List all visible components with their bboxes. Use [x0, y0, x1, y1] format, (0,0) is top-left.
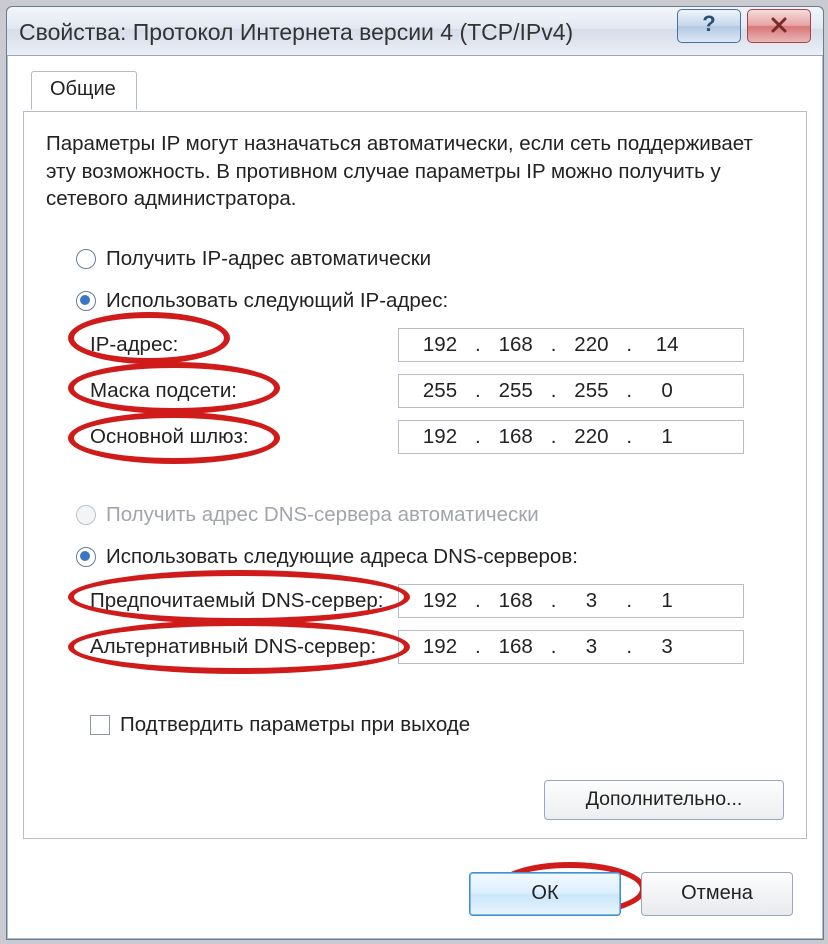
help-button[interactable]: ?	[677, 9, 741, 43]
pdns-seg-2[interactable]: 168	[481, 589, 551, 613]
advanced-button[interactable]: Дополнительно...	[544, 780, 784, 820]
dialog-footer: ОК Отмена	[7, 849, 823, 939]
mask-seg-1[interactable]: 255	[405, 379, 475, 403]
alt-dns-input[interactable]: 192. 168. 3. 3	[398, 630, 744, 664]
ok-button[interactable]: ОК	[469, 872, 621, 916]
ip-seg-3[interactable]: 220	[556, 333, 626, 357]
client-area: Общие Параметры IP могут назначаться авт…	[23, 75, 807, 839]
radio-dns-auto-label: Получить адрес DNS-сервера автоматически	[106, 503, 539, 527]
tab-panel: Параметры IP могут назначаться автоматич…	[23, 111, 807, 839]
description-text: Параметры IP могут назначаться автоматич…	[46, 130, 784, 213]
ip-seg-4[interactable]: 14	[632, 333, 702, 357]
pdns-seg-3[interactable]: 3	[556, 589, 626, 613]
close-button[interactable]	[747, 9, 811, 43]
radio-dns-manual-label: Использовать следующие адреса DNS-сервер…	[106, 545, 578, 569]
cancel-button[interactable]: Отмена	[641, 872, 793, 916]
pdns-seg-1[interactable]: 192	[405, 589, 475, 613]
properties-dialog: Свойства: Протокол Интернета версии 4 (T…	[6, 6, 824, 940]
radio-ip-manual[interactable]	[76, 291, 96, 311]
ip-seg-1[interactable]: 192	[405, 333, 475, 357]
window-title: Свойства: Протокол Интернета версии 4 (T…	[19, 19, 573, 46]
ip-address-label: IP-адрес:	[90, 333, 398, 357]
radio-ip-auto-label: Получить IP-адрес автоматически	[106, 247, 431, 271]
pref-dns-input[interactable]: 192. 168. 3. 1	[398, 584, 744, 618]
radio-dns-auto	[76, 505, 96, 525]
gw-seg-2[interactable]: 168	[481, 425, 551, 449]
adns-seg-3[interactable]: 3	[556, 635, 626, 659]
validate-checkbox[interactable]	[90, 715, 110, 735]
alt-dns-label: Альтернативный DNS-сервер:	[90, 635, 398, 659]
subnet-mask-label: Маска подсети:	[90, 379, 398, 403]
mask-seg-2[interactable]: 255	[481, 379, 551, 403]
ip-address-input[interactable]: 192. 168. 220. 14	[398, 328, 744, 362]
subnet-mask-input[interactable]: 255. 255. 255. 0	[398, 374, 744, 408]
radio-ip-manual-label: Использовать следующий IP-адрес:	[106, 289, 448, 313]
adns-seg-1[interactable]: 192	[405, 635, 475, 659]
tab-general[interactable]: Общие	[31, 71, 137, 110]
ip-seg-2[interactable]: 168	[481, 333, 551, 357]
validate-checkbox-label: Подтвердить параметры при выходе	[120, 713, 470, 737]
gw-seg-1[interactable]: 192	[405, 425, 475, 449]
mask-seg-3[interactable]: 255	[556, 379, 626, 403]
close-icon	[770, 13, 788, 35]
mask-seg-4[interactable]: 0	[632, 379, 702, 403]
adns-seg-2[interactable]: 168	[481, 635, 551, 659]
adns-seg-4[interactable]: 3	[632, 635, 702, 659]
gateway-label: Основной шлюз:	[90, 425, 398, 449]
pdns-seg-4[interactable]: 1	[632, 589, 702, 613]
radio-dns-manual[interactable]	[76, 547, 96, 567]
radio-ip-auto[interactable]	[76, 249, 96, 269]
titlebar: Свойства: Протокол Интернета версии 4 (T…	[7, 7, 823, 56]
gateway-input[interactable]: 192. 168. 220. 1	[398, 420, 744, 454]
pref-dns-label: Предпочитаемый DNS-сервер:	[90, 589, 398, 613]
gw-seg-3[interactable]: 220	[556, 425, 626, 449]
gw-seg-4[interactable]: 1	[632, 425, 702, 449]
